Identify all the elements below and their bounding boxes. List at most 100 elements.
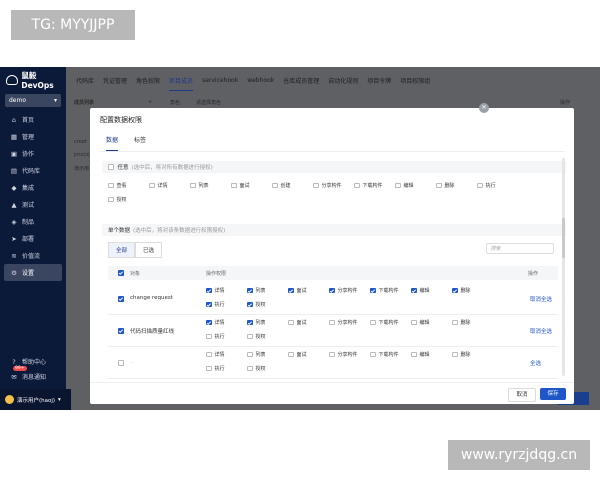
sidebar-item[interactable]: ▦ 管理: [4, 128, 62, 145]
checkbox[interactable]: [370, 287, 376, 294]
checkbox[interactable]: [395, 182, 401, 189]
row-select-toggle-link[interactable]: 取消全选: [530, 295, 552, 303]
any-perm-option[interactable]: 详情: [149, 182, 168, 189]
row-checkbox[interactable]: [118, 360, 124, 366]
checkbox[interactable]: [108, 196, 114, 203]
any-perm-option[interactable]: 编辑: [395, 182, 414, 189]
checkbox[interactable]: [329, 351, 335, 358]
sidebar-item-notify[interactable]: ✉ 99+ 消息通知: [4, 366, 62, 384]
checkbox[interactable]: [354, 182, 360, 189]
any-perm-option[interactable]: 执行: [477, 182, 496, 189]
checkbox[interactable]: [411, 287, 417, 294]
row-perm-option[interactable]: 授权: [247, 333, 266, 340]
row-select-toggle-link[interactable]: 取消全选: [530, 327, 552, 335]
checkbox[interactable]: [149, 182, 155, 189]
project-selector[interactable]: demo ▾: [5, 94, 61, 107]
row-perm-option[interactable]: 下载构件: [370, 319, 399, 326]
checkbox[interactable]: [370, 319, 376, 326]
row-perm-option[interactable]: 执行: [206, 333, 225, 340]
sidebar-item[interactable]: ⚙ 设置: [4, 264, 62, 281]
checkbox[interactable]: [370, 351, 376, 358]
any-perm-option[interactable]: 删除: [436, 182, 455, 189]
checkbox[interactable]: [288, 351, 294, 358]
checkbox[interactable]: [231, 182, 237, 189]
select-all-checkbox[interactable]: [118, 270, 124, 276]
sidebar-item[interactable]: ➤ 部署: [4, 230, 62, 247]
filter-selected[interactable]: 已选: [135, 242, 163, 258]
top-nav-tab[interactable]: 仓库成员管理: [283, 76, 319, 85]
any-perm-option[interactable]: 列表: [190, 182, 209, 189]
top-nav-tab[interactable]: 项目令牌: [367, 76, 391, 85]
any-perm-option[interactable]: 分享构件: [313, 182, 342, 189]
row-perm-option[interactable]: 详情: [206, 319, 225, 326]
checkbox[interactable]: [452, 351, 458, 358]
row-perm-option[interactable]: 编辑: [411, 319, 430, 326]
row-perm-option[interactable]: 授权: [247, 301, 266, 308]
row-perm-option[interactable]: 编辑: [411, 287, 430, 294]
sidebar-item[interactable]: ▲ 测试: [4, 196, 62, 213]
checkbox[interactable]: [247, 301, 253, 308]
checkbox[interactable]: [411, 351, 417, 358]
tab-label[interactable]: 标签: [134, 135, 146, 151]
checkbox[interactable]: [477, 182, 483, 189]
top-nav-tab[interactable]: 角色权限: [136, 76, 160, 85]
checkbox[interactable]: [247, 333, 253, 340]
checkbox[interactable]: [288, 319, 294, 326]
row-perm-option[interactable]: 删除: [452, 351, 471, 358]
top-nav-tab[interactable]: 代码库: [76, 76, 94, 85]
top-nav-tab[interactable]: webhook: [247, 77, 274, 84]
top-nav-tab[interactable]: 项目权限组: [400, 76, 430, 85]
checkbox[interactable]: [206, 365, 212, 372]
checkbox[interactable]: [272, 182, 278, 189]
top-nav-tab[interactable]: 凭证管理: [103, 76, 127, 85]
user-menu[interactable]: 演示用户(haoj) ▾: [0, 389, 71, 410]
checkbox[interactable]: [206, 301, 212, 308]
row-perm-option[interactable]: 列表: [247, 351, 266, 358]
any-perm-option[interactable]: 授权: [108, 196, 127, 203]
checkbox[interactable]: [247, 351, 253, 358]
checkbox[interactable]: [329, 319, 335, 326]
checkbox[interactable]: [247, 319, 253, 326]
checkbox[interactable]: [313, 182, 319, 189]
any-perm-option[interactable]: 查看: [108, 182, 127, 189]
scrollbar[interactable]: [562, 158, 565, 376]
top-nav-tab[interactable]: 项目成员: [169, 76, 194, 91]
checkbox[interactable]: [247, 365, 253, 372]
any-perm-option[interactable]: 创建: [272, 182, 291, 189]
filter-all[interactable]: 全部: [108, 242, 136, 258]
checkbox[interactable]: [247, 287, 253, 294]
any-checkbox[interactable]: [108, 164, 114, 170]
row-perm-option[interactable]: 执行: [206, 301, 225, 308]
checkbox[interactable]: [411, 319, 417, 326]
save-button[interactable]: 保存: [540, 388, 566, 400]
row-checkbox[interactable]: [118, 328, 124, 334]
sidebar-item[interactable]: ◈ 制品: [4, 213, 62, 230]
row-perm-option[interactable]: 详情: [206, 351, 225, 358]
tab-data[interactable]: 数据: [106, 135, 119, 151]
row-perm-option[interactable]: 面试: [288, 319, 307, 326]
checkbox[interactable]: [190, 182, 196, 189]
top-nav-tab[interactable]: servicehook: [202, 77, 238, 84]
checkbox[interactable]: [452, 287, 458, 294]
top-nav-tab[interactable]: 自动化规则: [328, 76, 358, 85]
checkbox[interactable]: [329, 287, 335, 294]
checkbox[interactable]: [452, 319, 458, 326]
checkbox[interactable]: [206, 287, 212, 294]
row-perm-option[interactable]: 面试: [288, 287, 307, 294]
row-perm-option[interactable]: 下载构件: [370, 287, 399, 294]
row-perm-option[interactable]: 分享构件: [329, 287, 358, 294]
checkbox[interactable]: [108, 182, 114, 189]
checkbox[interactable]: [436, 182, 442, 189]
search-input[interactable]: 搜索: [486, 243, 554, 254]
any-perm-option[interactable]: 面试: [231, 182, 250, 189]
checkbox[interactable]: [206, 333, 212, 340]
any-perm-option[interactable]: 下载构件: [354, 182, 383, 189]
checkbox[interactable]: [288, 287, 294, 294]
row-perm-option[interactable]: 列表: [247, 287, 266, 294]
cancel-button[interactable]: 取消: [508, 388, 536, 402]
row-perm-option[interactable]: 下载构件: [370, 351, 399, 358]
row-checkbox[interactable]: [118, 296, 124, 302]
row-select-toggle-link[interactable]: 全选: [530, 359, 541, 367]
sidebar-item[interactable]: ≋ 价值流: [4, 247, 62, 264]
sidebar-item[interactable]: ▣ 协作: [4, 145, 62, 162]
